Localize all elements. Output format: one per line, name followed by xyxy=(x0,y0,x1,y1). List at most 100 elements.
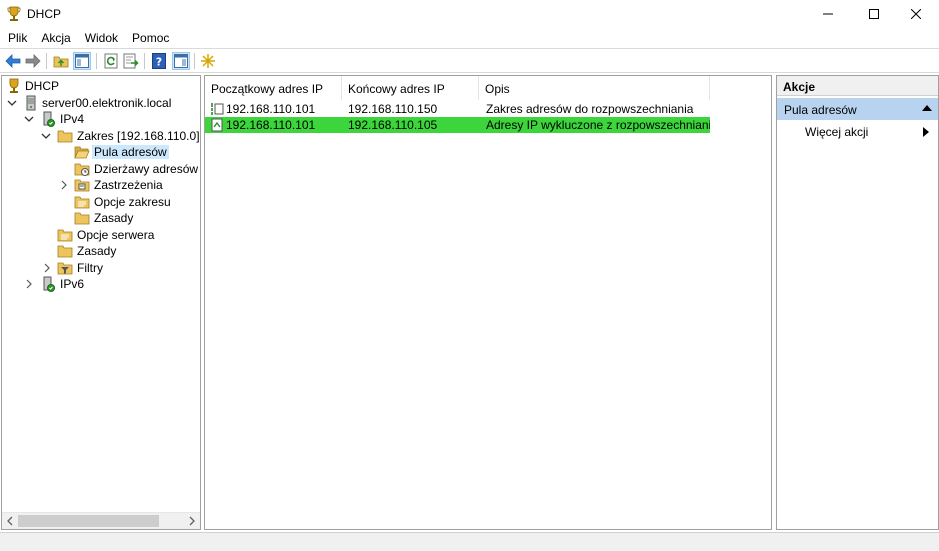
tree-label: Filtry xyxy=(77,261,103,275)
tree-label: Zasady xyxy=(77,244,117,258)
tree-node-server-options[interactable]: Opcje serwera xyxy=(2,227,200,243)
tree-node-scope-options[interactable]: Opcje zakresu xyxy=(2,194,200,210)
result-list[interactable]: Początkowy adres IP Końcowy adres IP Opi… xyxy=(204,75,772,530)
show-hide-tree-icon xyxy=(75,54,89,68)
tree-label: IPv6 xyxy=(60,277,85,291)
title-bar: DHCP xyxy=(0,0,939,28)
cell-description: Zakres adresów do rozpowszechniania xyxy=(486,102,694,116)
maximize-icon xyxy=(869,9,879,19)
back-button[interactable] xyxy=(4,52,22,70)
actions-title: Akcje xyxy=(777,76,938,96)
chevron-down-icon[interactable] xyxy=(7,98,17,108)
chevron-down-icon[interactable] xyxy=(41,131,51,141)
help-icon: ? xyxy=(152,53,166,69)
close-button[interactable] xyxy=(893,0,939,28)
actions-pane: Akcje Pula adresów Więcej akcji xyxy=(776,75,939,530)
tree-node-reservations[interactable]: Zastrzeżenia xyxy=(2,177,200,193)
up-folder-button[interactable] xyxy=(52,52,70,70)
actions-section-label: Pula adresów xyxy=(784,103,857,117)
forward-icon xyxy=(25,54,41,68)
folder-open-icon xyxy=(74,146,90,159)
toolbar-separator xyxy=(194,53,195,69)
chevron-right-icon[interactable] xyxy=(24,279,34,289)
toolbar: ? xyxy=(0,48,939,73)
excluded-range-icon xyxy=(211,118,223,132)
tree-label: Opcje zakresu xyxy=(94,195,171,209)
star-icon xyxy=(201,54,215,68)
svg-text:?: ? xyxy=(156,56,162,69)
reservations-icon xyxy=(74,179,90,192)
tree-label: IPv4 xyxy=(60,112,85,126)
column-header-description[interactable]: Opis xyxy=(479,76,710,100)
menu-plik[interactable]: Plik xyxy=(0,28,33,48)
console-tree[interactable]: DHCP server00.elektronik.local IPv4 Zakr… xyxy=(1,75,201,530)
export-list-icon xyxy=(123,53,139,69)
ipv6-icon xyxy=(43,276,55,292)
show-hide-action-pane-button[interactable] xyxy=(172,52,190,70)
chevron-right-icon[interactable] xyxy=(59,180,69,190)
show-hide-action-pane-icon xyxy=(174,54,188,68)
options-icon xyxy=(57,229,73,242)
menu-akcja[interactable]: Akcja xyxy=(33,28,76,48)
minimize-button[interactable] xyxy=(805,0,851,28)
menu-widok[interactable]: Widok xyxy=(77,28,124,48)
tree-node-server-policies[interactable]: Zasady xyxy=(2,243,200,259)
action-more-actions[interactable]: Więcej akcji xyxy=(777,123,938,141)
toolbar-separator xyxy=(144,53,145,69)
maximize-button[interactable] xyxy=(851,0,897,28)
dhcp-icon xyxy=(9,78,19,93)
policies-icon xyxy=(74,212,90,225)
trophy-icon xyxy=(7,6,21,21)
actions-section-address-pool[interactable]: Pula adresów xyxy=(777,98,938,120)
leases-icon xyxy=(74,163,90,176)
options-icon xyxy=(74,196,90,209)
tree-node-leases[interactable]: Dzierżawy adresów xyxy=(2,161,200,177)
column-header-start-ip[interactable]: Początkowy adres IP xyxy=(205,76,342,100)
cell-start-ip: 192.168.110.101 xyxy=(226,102,316,116)
cell-end-ip: 192.168.110.105 xyxy=(348,118,438,132)
show-hide-tree-button[interactable] xyxy=(73,52,91,70)
refresh-button[interactable] xyxy=(102,52,120,70)
server-icon xyxy=(26,95,36,111)
back-icon xyxy=(5,54,21,68)
list-row[interactable]: 192.168.110.101 192.168.110.150 Zakres a… xyxy=(205,101,710,117)
cell-start-ip: 192.168.110.101 xyxy=(226,118,316,132)
list-header: Początkowy adres IP Końcowy adres IP Opi… xyxy=(205,76,771,100)
tree-node-dhcp[interactable]: DHCP xyxy=(2,78,200,94)
scroll-right-icon[interactable] xyxy=(187,516,197,526)
cell-end-ip: 192.168.110.150 xyxy=(348,102,438,116)
tree-node-scope-policies[interactable]: Zasady xyxy=(2,210,200,226)
menu-bar: Plik Akcja Widok Pomoc xyxy=(0,28,939,48)
close-icon xyxy=(911,9,921,19)
status-bar xyxy=(0,532,939,551)
tree-node-address-pool[interactable]: Pula adresów xyxy=(2,144,200,160)
new-button[interactable] xyxy=(199,52,217,70)
tree-node-ipv4[interactable]: IPv4 xyxy=(2,111,200,127)
scrollbar-thumb[interactable] xyxy=(18,515,159,527)
filter-icon xyxy=(57,262,73,275)
ipv4-icon xyxy=(43,111,55,127)
chevron-down-icon[interactable] xyxy=(24,114,34,124)
tree-label: Pula adresów xyxy=(92,145,169,159)
forward-button[interactable] xyxy=(24,52,42,70)
scroll-left-icon[interactable] xyxy=(5,516,15,526)
tree-node-scope[interactable]: Zakres [192.168.110.0] Server00 xyxy=(2,128,200,144)
list-row[interactable]: 192.168.110.101 192.168.110.105 Adresy I… xyxy=(205,117,710,133)
chevron-right-icon[interactable] xyxy=(42,263,52,273)
collapse-up-icon[interactable] xyxy=(922,105,932,111)
address-range-icon xyxy=(211,103,224,115)
tree-label: Zakres [192.168.110.0] Server00 xyxy=(77,129,200,143)
action-label: Więcej akcji xyxy=(805,125,869,139)
tree-label: Dzierżawy adresów xyxy=(94,162,199,176)
tree-node-server[interactable]: server00.elektronik.local xyxy=(2,95,200,111)
column-header-end-ip[interactable]: Końcowy adres IP xyxy=(342,76,479,100)
tree-label: Opcje serwera xyxy=(77,228,155,242)
tree-horizontal-scrollbar[interactable] xyxy=(2,512,200,529)
policies-icon xyxy=(57,245,73,258)
tree-node-ipv6[interactable]: IPv6 xyxy=(2,276,200,292)
help-button[interactable]: ? xyxy=(150,52,168,70)
tree-node-filters[interactable]: Filtry xyxy=(2,260,200,276)
menu-pomoc[interactable]: Pomoc xyxy=(124,28,175,48)
window-title: DHCP xyxy=(27,7,62,21)
export-list-button[interactable] xyxy=(122,52,140,70)
